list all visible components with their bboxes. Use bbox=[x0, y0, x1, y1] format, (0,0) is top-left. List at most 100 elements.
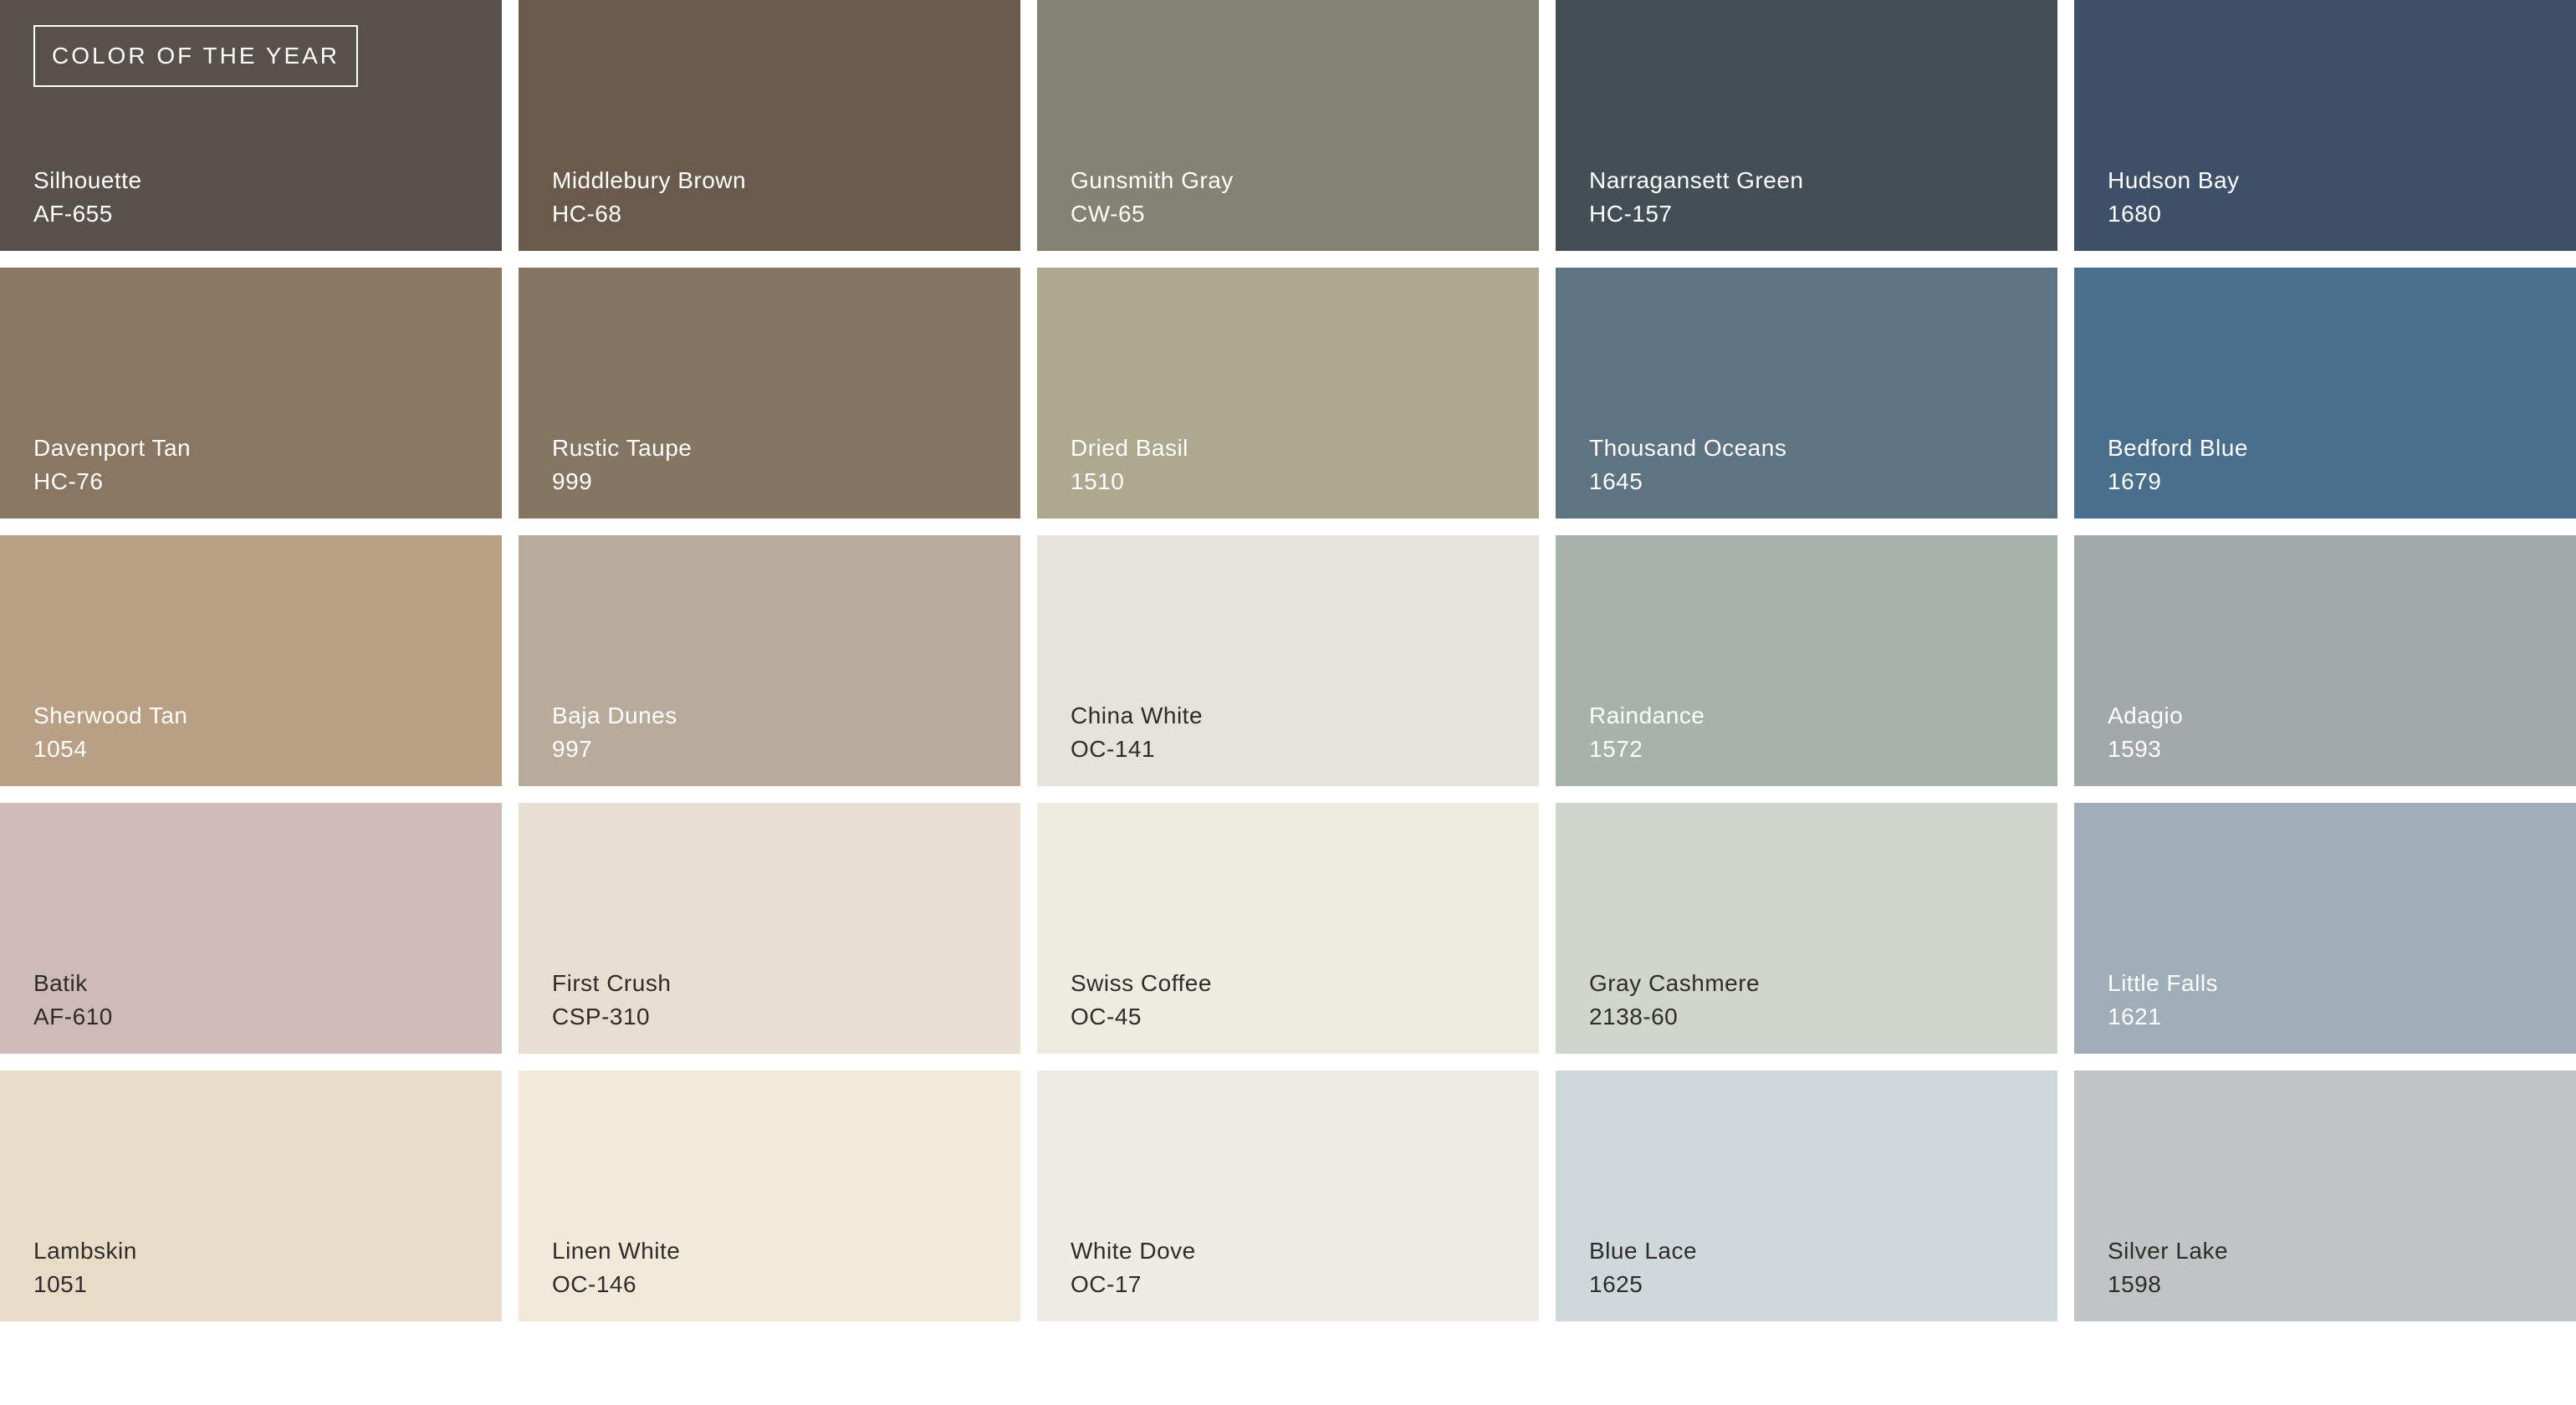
swatch-label: Hudson Bay 1680 bbox=[2108, 164, 2240, 231]
swatch-label: Gunsmith Gray CW-65 bbox=[1071, 164, 1234, 231]
swatch-code: CW-65 bbox=[1071, 201, 1146, 227]
swatch-name: Silhouette bbox=[33, 167, 142, 193]
swatch-code: HC-68 bbox=[552, 201, 622, 227]
swatch-name: Rustic Taupe bbox=[552, 435, 693, 461]
swatch-code: OC-17 bbox=[1071, 1271, 1142, 1297]
swatch-middlebury-brown[interactable]: Middlebury Brown HC-68 bbox=[519, 0, 1020, 251]
swatch-label: Linen White OC-146 bbox=[552, 1234, 680, 1301]
swatch-little-falls[interactable]: Little Falls 1621 bbox=[2074, 803, 2576, 1054]
color-swatch-grid: COLOR OF THE YEAR Silhouette AF-655 Midd… bbox=[0, 0, 2576, 1321]
color-of-the-year-badge: COLOR OF THE YEAR bbox=[33, 25, 358, 87]
swatch-batik[interactable]: Batik AF-610 bbox=[0, 803, 502, 1054]
swatch-label: Swiss Coffee OC-45 bbox=[1071, 967, 1212, 1034]
swatch-code: OC-146 bbox=[552, 1271, 637, 1297]
swatch-code: 1679 bbox=[2108, 468, 2162, 494]
swatch-label: Raindance 1572 bbox=[1589, 699, 1705, 766]
swatch-dried-basil[interactable]: Dried Basil 1510 bbox=[1037, 268, 1539, 519]
swatch-name: Blue Lace bbox=[1589, 1238, 1698, 1264]
swatch-thousand-oceans[interactable]: Thousand Oceans 1645 bbox=[1556, 268, 2057, 519]
swatch-label: Sherwood Tan 1054 bbox=[33, 699, 188, 766]
swatch-label: Davenport Tan HC-76 bbox=[33, 432, 191, 498]
swatch-name: First Crush bbox=[552, 970, 672, 996]
swatch-code: HC-76 bbox=[33, 468, 104, 494]
swatch-name: Dried Basil bbox=[1071, 435, 1188, 461]
swatch-name: Davenport Tan bbox=[33, 435, 192, 461]
swatch-code: CSP-310 bbox=[552, 1004, 651, 1029]
swatch-name: Thousand Oceans bbox=[1589, 435, 1787, 461]
swatch-code: AF-655 bbox=[33, 201, 113, 227]
swatch-name: Adagio bbox=[2108, 702, 2184, 728]
swatch-label: Dried Basil 1510 bbox=[1071, 432, 1188, 498]
swatch-code: 997 bbox=[552, 736, 593, 762]
swatch-label: Thousand Oceans 1645 bbox=[1589, 432, 1786, 498]
swatch-code: 1621 bbox=[2108, 1004, 2162, 1029]
swatch-name: Sherwood Tan bbox=[33, 702, 188, 728]
swatch-label: Bedford Blue 1679 bbox=[2108, 432, 2248, 498]
swatch-name: Batik bbox=[33, 970, 88, 996]
swatch-lambskin[interactable]: Lambskin 1051 bbox=[0, 1070, 502, 1321]
swatch-label: Silhouette AF-655 bbox=[33, 164, 142, 231]
swatch-code: HC-157 bbox=[1589, 201, 1673, 227]
swatch-name: Bedford Blue bbox=[2108, 435, 2248, 461]
swatch-name: Lambskin bbox=[33, 1238, 137, 1264]
swatch-code: AF-610 bbox=[33, 1004, 113, 1029]
swatch-label: White Dove OC-17 bbox=[1071, 1234, 1196, 1301]
swatch-gray-cashmere[interactable]: Gray Cashmere 2138-60 bbox=[1556, 803, 2057, 1054]
swatch-gunsmith-gray[interactable]: Gunsmith Gray CW-65 bbox=[1037, 0, 1539, 251]
swatch-name: White Dove bbox=[1071, 1238, 1196, 1264]
swatch-label: Blue Lace 1625 bbox=[1589, 1234, 1697, 1301]
swatch-swiss-coffee[interactable]: Swiss Coffee OC-45 bbox=[1037, 803, 1539, 1054]
swatch-label: First Crush CSP-310 bbox=[552, 967, 671, 1034]
swatch-linen-white[interactable]: Linen White OC-146 bbox=[519, 1070, 1020, 1321]
swatch-label: Batik AF-610 bbox=[33, 967, 113, 1034]
swatch-code: 1510 bbox=[1071, 468, 1125, 494]
swatch-code: OC-45 bbox=[1071, 1004, 1142, 1029]
swatch-name: Gunsmith Gray bbox=[1071, 167, 1234, 193]
swatch-narragansett-green[interactable]: Narragansett Green HC-157 bbox=[1556, 0, 2057, 251]
swatch-first-crush[interactable]: First Crush CSP-310 bbox=[519, 803, 1020, 1054]
swatch-code: 1593 bbox=[2108, 736, 2162, 762]
swatch-label: Narragansett Green HC-157 bbox=[1589, 164, 1803, 231]
swatch-raindance[interactable]: Raindance 1572 bbox=[1556, 535, 2057, 786]
swatch-blue-lace[interactable]: Blue Lace 1625 bbox=[1556, 1070, 2057, 1321]
swatch-code: 999 bbox=[552, 468, 593, 494]
swatch-label: Silver Lake 1598 bbox=[2108, 1234, 2228, 1301]
swatch-silhouette[interactable]: COLOR OF THE YEAR Silhouette AF-655 bbox=[0, 0, 502, 251]
swatch-name: Baja Dunes bbox=[552, 702, 677, 728]
swatch-code: 1051 bbox=[33, 1271, 88, 1297]
swatch-label: China White OC-141 bbox=[1071, 699, 1203, 766]
swatch-name: Linen White bbox=[552, 1238, 681, 1264]
swatch-silver-lake[interactable]: Silver Lake 1598 bbox=[2074, 1070, 2576, 1321]
swatch-name: Narragansett Green bbox=[1589, 167, 1804, 193]
swatch-label: Middlebury Brown HC-68 bbox=[552, 164, 746, 231]
swatch-label: Gray Cashmere 2138-60 bbox=[1589, 967, 1760, 1034]
swatch-label: Baja Dunes 997 bbox=[552, 699, 677, 766]
swatch-name: Hudson Bay bbox=[2108, 167, 2240, 193]
swatch-name: Little Falls bbox=[2108, 970, 2219, 996]
swatch-white-dove[interactable]: White Dove OC-17 bbox=[1037, 1070, 1539, 1321]
swatch-hudson-bay[interactable]: Hudson Bay 1680 bbox=[2074, 0, 2576, 251]
swatch-name: Gray Cashmere bbox=[1589, 970, 1761, 996]
swatch-code: 1054 bbox=[33, 736, 88, 762]
swatch-code: 1625 bbox=[1589, 1271, 1643, 1297]
swatch-code: 1572 bbox=[1589, 736, 1643, 762]
swatch-label: Lambskin 1051 bbox=[33, 1234, 137, 1301]
swatch-name: Raindance bbox=[1589, 702, 1705, 728]
swatch-adagio[interactable]: Adagio 1593 bbox=[2074, 535, 2576, 786]
swatch-label: Adagio 1593 bbox=[2108, 699, 2183, 766]
swatch-code: OC-141 bbox=[1071, 736, 1156, 762]
swatch-rustic-taupe[interactable]: Rustic Taupe 999 bbox=[519, 268, 1020, 519]
swatch-name: China White bbox=[1071, 702, 1204, 728]
swatch-name: Swiss Coffee bbox=[1071, 970, 1212, 996]
swatch-code: 1598 bbox=[2108, 1271, 2162, 1297]
swatch-baja-dunes[interactable]: Baja Dunes 997 bbox=[519, 535, 1020, 786]
swatch-davenport-tan[interactable]: Davenport Tan HC-76 bbox=[0, 268, 502, 519]
swatch-label: Rustic Taupe 999 bbox=[552, 432, 692, 498]
swatch-name: Middlebury Brown bbox=[552, 167, 747, 193]
swatch-code: 1680 bbox=[2108, 201, 2162, 227]
swatch-sherwood-tan[interactable]: Sherwood Tan 1054 bbox=[0, 535, 502, 786]
swatch-name: Silver Lake bbox=[2108, 1238, 2229, 1264]
swatch-label: Little Falls 1621 bbox=[2108, 967, 2218, 1034]
swatch-bedford-blue[interactable]: Bedford Blue 1679 bbox=[2074, 268, 2576, 519]
swatch-china-white[interactable]: China White OC-141 bbox=[1037, 535, 1539, 786]
